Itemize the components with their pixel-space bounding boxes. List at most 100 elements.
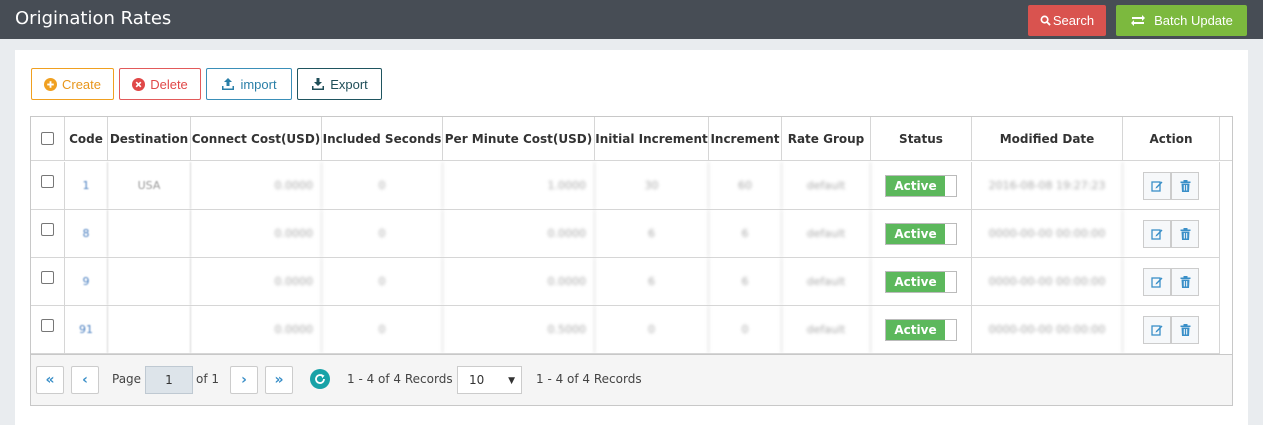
batch-update-icon (1131, 15, 1146, 26)
prev-page-button[interactable]: ‹ (71, 366, 99, 394)
column-header[interactable]: Code (65, 117, 108, 160)
row-checkbox[interactable] (41, 223, 54, 236)
column-header[interactable]: Initial Increment (595, 117, 709, 160)
column-header[interactable]: Modified Date (972, 117, 1123, 160)
edit-button[interactable] (1143, 171, 1171, 200)
destination-cell: USA (108, 162, 191, 209)
next-page-button[interactable]: › (230, 366, 258, 394)
edit-button[interactable] (1143, 315, 1171, 344)
row-checkbox[interactable] (41, 271, 54, 284)
records-info-right: 1 - 4 of 4 Records (536, 372, 642, 386)
search-button[interactable]: Search (1028, 5, 1106, 36)
rate-group-cell: default (782, 306, 871, 353)
edit-button[interactable] (1143, 219, 1171, 248)
modified-date-cell: 0000-00-00 00:00:00 (972, 210, 1123, 257)
edit-button[interactable] (1143, 267, 1171, 296)
column-header[interactable]: Status (871, 117, 972, 160)
status-cell: Active (871, 306, 972, 353)
edit-icon (1151, 228, 1163, 240)
select-all-checkbox[interactable] (41, 132, 54, 145)
modified-date-cell: 2016-08-08 19:27:23 (972, 162, 1123, 209)
page-title: Origination Rates (15, 8, 172, 29)
per-minute-cost-cell: 0.0000 (443, 258, 595, 305)
edit-icon (1151, 276, 1163, 288)
delete-button[interactable]: Delete (119, 68, 201, 100)
create-label: Create (61, 76, 102, 92)
top-bar: Origination Rates Search Batch Update (0, 0, 1263, 39)
row-select-cell (31, 210, 65, 257)
batch-update-button[interactable]: Batch Update (1116, 5, 1247, 36)
included-seconds-cell: 0 (322, 258, 443, 305)
search-label: Search (1052, 13, 1095, 28)
refresh-button[interactable] (310, 369, 330, 389)
code-cell[interactable]: 8 (65, 210, 108, 257)
status-label: Active (886, 319, 945, 340)
delete-row-button[interactable] (1171, 267, 1199, 296)
column-header[interactable]: Per Minute Cost(USD) (443, 117, 595, 160)
export-button[interactable]: Export (297, 68, 382, 100)
status-toggle[interactable]: Active (885, 174, 957, 197)
status-toggle[interactable]: Active (885, 270, 957, 293)
destination-cell (108, 258, 191, 305)
import-button[interactable]: import (206, 68, 292, 100)
column-header[interactable]: Connect Cost(USD) (191, 117, 322, 160)
increment-cell: 60 (709, 162, 782, 209)
initial-increment-cell: 0 (595, 306, 709, 353)
first-page-button[interactable]: « (36, 366, 64, 394)
initial-increment-cell: 6 (595, 258, 709, 305)
column-header[interactable]: Included Seconds (322, 117, 443, 160)
last-page-button[interactable]: » (265, 366, 293, 394)
status-label: Active (886, 175, 945, 196)
status-cell: Active (871, 210, 972, 257)
row-select-cell (31, 162, 65, 209)
action-cell (1123, 162, 1220, 209)
batch-update-label: Batch Update (1154, 13, 1233, 28)
column-header: Action (1123, 117, 1220, 160)
rates-table: Code Destination Connect Cost(USD) Inclu… (30, 116, 1233, 406)
status-cell: Active (871, 258, 972, 305)
status-toggle[interactable]: Active (885, 222, 957, 245)
delete-label: Delete (150, 76, 188, 92)
delete-row-button[interactable] (1171, 315, 1199, 344)
rate-group-cell: default (782, 258, 871, 305)
create-button[interactable]: Create (31, 68, 114, 100)
code-cell[interactable]: 1 (65, 162, 108, 209)
column-header[interactable]: Rate Group (782, 117, 871, 160)
chevron-right-icon: › (241, 372, 247, 388)
trash-icon (1180, 323, 1190, 336)
increment-cell: 6 (709, 258, 782, 305)
chevron-left-icon: ‹ (82, 372, 88, 388)
status-toggle[interactable]: Active (885, 318, 957, 341)
code-cell[interactable]: 91 (65, 306, 108, 353)
per-minute-cost-cell: 0.0000 (443, 210, 595, 257)
status-label: Active (886, 223, 945, 244)
header-select-all-cell (31, 117, 65, 160)
page-number-input[interactable] (145, 366, 193, 394)
delete-row-button[interactable] (1171, 219, 1199, 248)
per-minute-cost-cell: 1.0000 (443, 162, 595, 209)
column-header[interactable]: Increment (709, 117, 782, 160)
connect-cost-cell: 0.0000 (191, 210, 322, 257)
page-total-label: of 1 (196, 372, 220, 386)
caret-down-icon: ▼ (508, 376, 515, 386)
import-label: import (240, 76, 277, 92)
delete-row-button[interactable] (1171, 171, 1199, 200)
included-seconds-cell: 0 (322, 162, 443, 209)
code-cell[interactable]: 9 (65, 258, 108, 305)
row-checkbox[interactable] (41, 319, 54, 332)
page-size-select[interactable]: 10 ▼ (457, 366, 522, 394)
status-label: Active (886, 271, 945, 292)
column-header[interactable]: Destination (108, 117, 191, 160)
trash-icon (1180, 227, 1190, 240)
connect-cost-cell: 0.0000 (191, 306, 322, 353)
initial-increment-cell: 6 (595, 210, 709, 257)
double-chevron-right-icon: » (274, 372, 284, 388)
row-checkbox[interactable] (41, 175, 54, 188)
row-select-cell (31, 306, 65, 353)
increment-cell: 0 (709, 306, 782, 353)
export-label: Export (330, 76, 368, 92)
status-cell: Active (871, 162, 972, 209)
modified-date-cell: 0000-00-00 00:00:00 (972, 258, 1123, 305)
trash-icon (1180, 179, 1190, 192)
table-row: 91 0.0000 0 0.5000 0 0 default Active 00… (31, 306, 1220, 354)
